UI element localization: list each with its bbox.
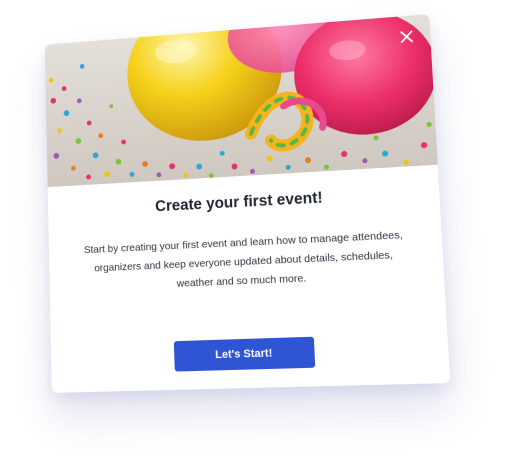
modal-description: Start by creating your first event and l… bbox=[83, 229, 404, 290]
party-balloons-hero-image bbox=[44, 14, 438, 188]
close-button[interactable] bbox=[395, 25, 419, 49]
close-icon bbox=[400, 30, 413, 43]
stage: Create your first event! Start by creati… bbox=[0, 0, 509, 462]
modal-title: Create your first event! bbox=[154, 189, 324, 216]
lets-start-button[interactable]: Let's Start! bbox=[173, 336, 316, 372]
onboarding-modal: Create your first event! Start by creati… bbox=[44, 14, 451, 393]
